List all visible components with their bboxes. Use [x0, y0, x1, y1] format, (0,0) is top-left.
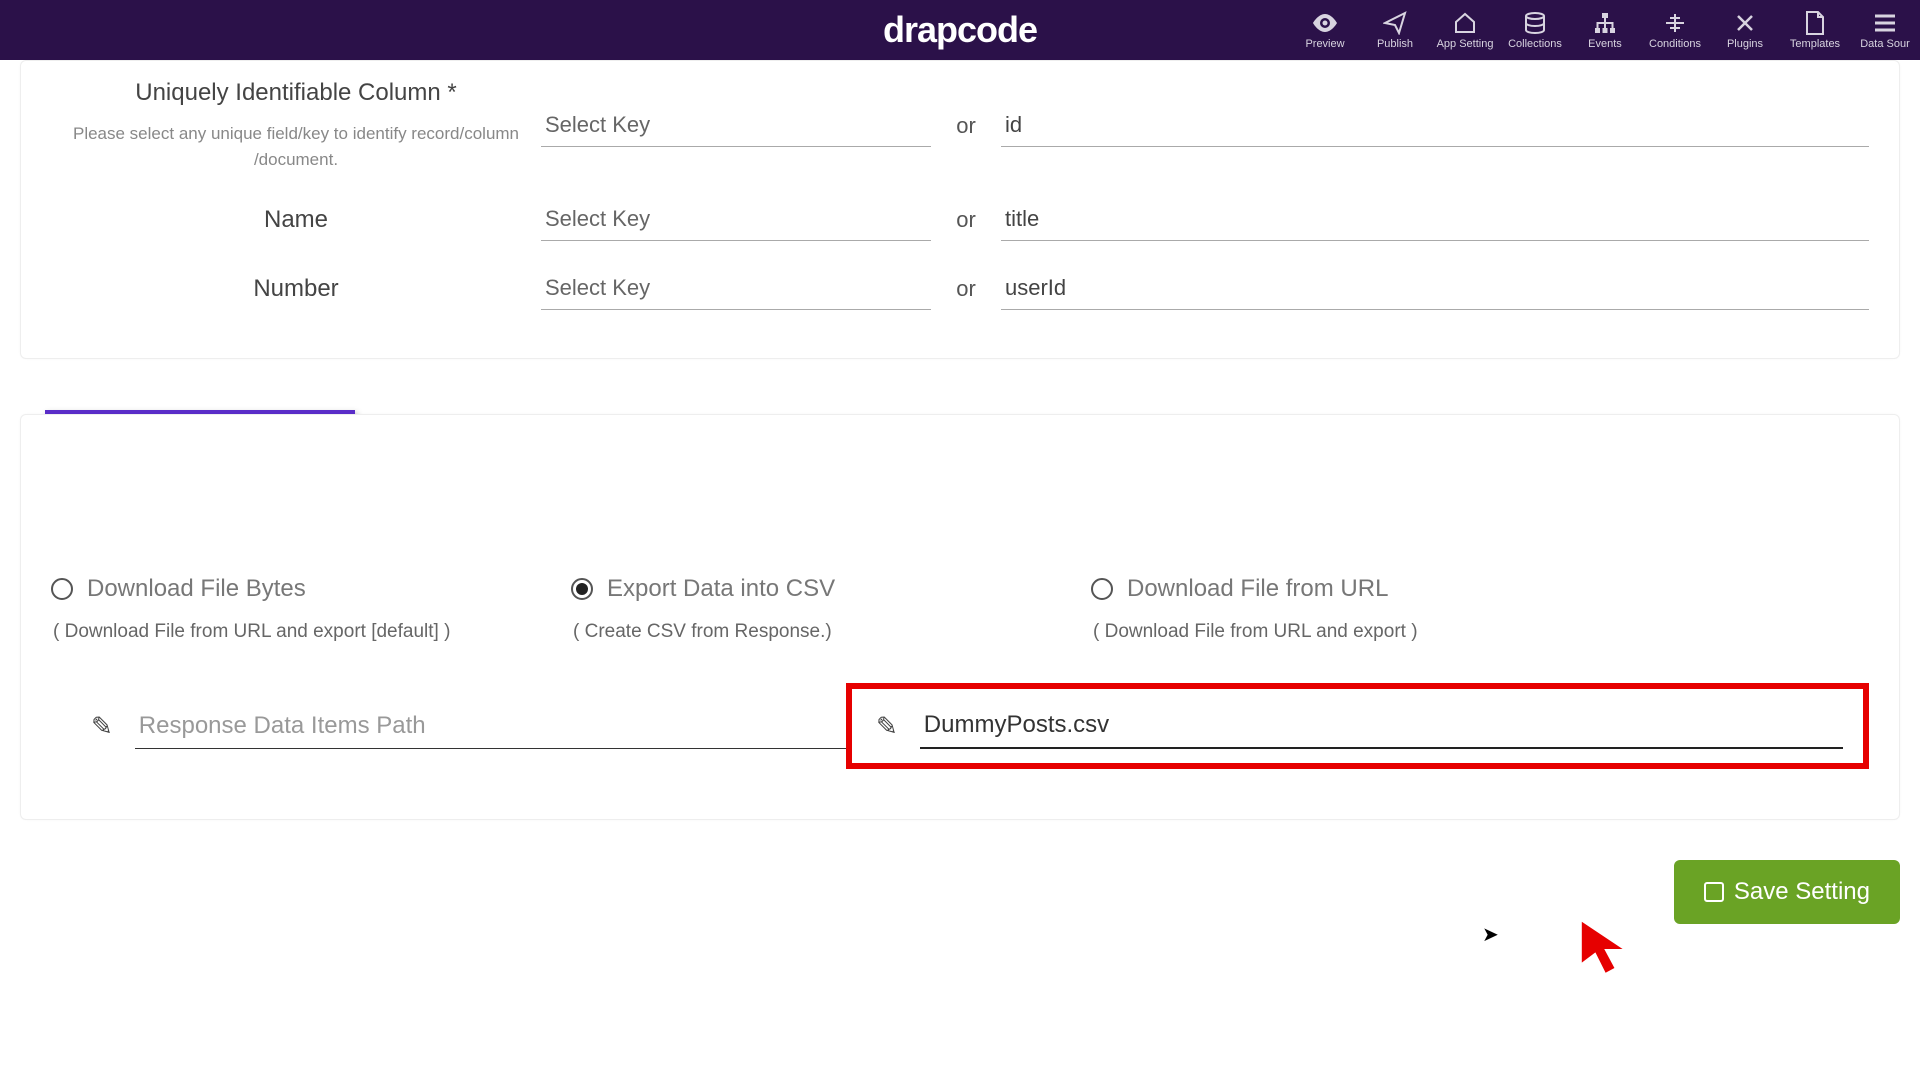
home-icon — [1453, 10, 1477, 36]
mapping-row: Number Select Key or — [51, 249, 1869, 318]
value-col — [1001, 267, 1869, 310]
tools-icon — [1733, 10, 1757, 36]
file-icon — [1805, 10, 1825, 36]
database-icon — [1523, 10, 1547, 36]
export-section: Export Response To A File Download File … — [20, 414, 1900, 820]
top-nav: drapcode Preview Publish App Setting Col… — [0, 0, 1920, 60]
menu-icon — [1873, 10, 1897, 36]
mouse-cursor-icon: ➤ — [1482, 922, 1499, 947]
mapping-row: Uniquely Identifiable Column * Please se… — [51, 61, 1869, 180]
filename-input[interactable] — [920, 703, 1843, 749]
radio-col: Download File from URL ( Download File f… — [1091, 575, 1611, 643]
nav-label: Templates — [1790, 38, 1840, 50]
radio-label: Download File from URL — [1127, 575, 1388, 603]
radio-download-bytes[interactable] — [51, 578, 73, 600]
save-label: Save Setting — [1734, 878, 1870, 906]
nav-label: Collections — [1508, 38, 1562, 50]
radio-label: Export Data into CSV — [607, 575, 835, 603]
mapping-label: Number — [51, 275, 541, 303]
nav-conditions[interactable]: Conditions — [1640, 0, 1710, 60]
value-input-id[interactable] — [1001, 104, 1869, 147]
key-select-col: Select Key — [541, 104, 931, 147]
nav-app-setting[interactable]: App Setting — [1430, 0, 1500, 60]
save-icon — [1704, 882, 1724, 902]
nav-templates[interactable]: Templates — [1780, 0, 1850, 60]
nav-events[interactable]: Events — [1570, 0, 1640, 60]
radio-export-csv[interactable] — [571, 578, 593, 600]
pencil-icon: ✎ — [876, 711, 898, 742]
value-col — [1001, 198, 1869, 241]
mapping-row: Name Select Key or — [51, 180, 1869, 249]
eye-icon — [1312, 10, 1338, 36]
export-card: Download File Bytes ( Download File from… — [20, 414, 1900, 820]
nav-preview[interactable]: Preview — [1290, 0, 1360, 60]
mapping-label: Uniquely Identifiable Column * Please se… — [51, 79, 541, 172]
radio-row: Download File Bytes ( Download File from… — [51, 415, 1869, 643]
select-key-dropdown[interactable]: Select Key — [541, 198, 931, 241]
save-setting-button[interactable]: Save Setting — [1674, 860, 1900, 924]
brand-logo: drapcode — [883, 9, 1037, 51]
pencil-icon: ✎ — [91, 711, 113, 742]
label-hint: Please select any unique field/key to id… — [51, 121, 541, 172]
key-select-col: Select Key — [541, 267, 931, 310]
nav-label: Conditions — [1649, 38, 1701, 50]
radio-col: Export Data into CSV ( Create CSV from R… — [571, 575, 1091, 643]
radio-sub: ( Download File from URL and export [def… — [53, 621, 571, 643]
nav-label: Plugins — [1727, 38, 1763, 50]
value-input-title[interactable] — [1001, 198, 1869, 241]
select-key-dropdown[interactable]: Select Key — [541, 267, 931, 310]
sitemap-icon — [1593, 10, 1617, 36]
nav-publish[interactable]: Publish — [1360, 0, 1430, 60]
path-input-group: ✎ — [51, 683, 846, 769]
nav-label: App Setting — [1437, 38, 1494, 50]
radio-sub: ( Download File from URL and export ) — [1093, 621, 1611, 643]
save-wrap: Save Setting ➤ — [20, 860, 1900, 924]
or-text: or — [931, 113, 1001, 139]
nav-collections[interactable]: Collections — [1500, 0, 1570, 60]
paper-plane-icon — [1383, 10, 1407, 36]
nav-label: Data Sour — [1860, 38, 1910, 50]
filename-input-group-highlight: ✎ — [846, 683, 1869, 769]
nav-icons: Preview Publish App Setting Collections … — [1290, 0, 1920, 60]
or-text: or — [931, 276, 1001, 302]
mapping-card: Uniquely Identifiable Column * Please se… — [20, 60, 1900, 359]
filter-icon — [1663, 10, 1687, 36]
value-col — [1001, 104, 1869, 147]
radio-download-url[interactable] — [1091, 578, 1113, 600]
radio-sub: ( Create CSV from Response.) — [573, 621, 1091, 643]
key-select-col: Select Key — [541, 198, 931, 241]
or-text: or — [931, 207, 1001, 233]
inputs-row: ✎ ✎ — [51, 683, 1869, 769]
nav-label: Events — [1588, 38, 1622, 50]
nav-data-source[interactable]: Data Sour — [1850, 0, 1920, 60]
nav-label: Preview — [1305, 38, 1344, 50]
page-body: Uniquely Identifiable Column * Please se… — [0, 60, 1920, 964]
nav-plugins[interactable]: Plugins — [1710, 0, 1780, 60]
nav-label: Publish — [1377, 38, 1413, 50]
label-text: Uniquely Identifiable Column * — [135, 79, 457, 106]
response-path-input[interactable] — [135, 704, 846, 749]
value-input-userid[interactable] — [1001, 267, 1869, 310]
select-key-dropdown[interactable]: Select Key — [541, 104, 931, 147]
mapping-label: Name — [51, 206, 541, 234]
radio-col: Download File Bytes ( Download File from… — [51, 575, 571, 643]
radio-label: Download File Bytes — [87, 575, 306, 603]
